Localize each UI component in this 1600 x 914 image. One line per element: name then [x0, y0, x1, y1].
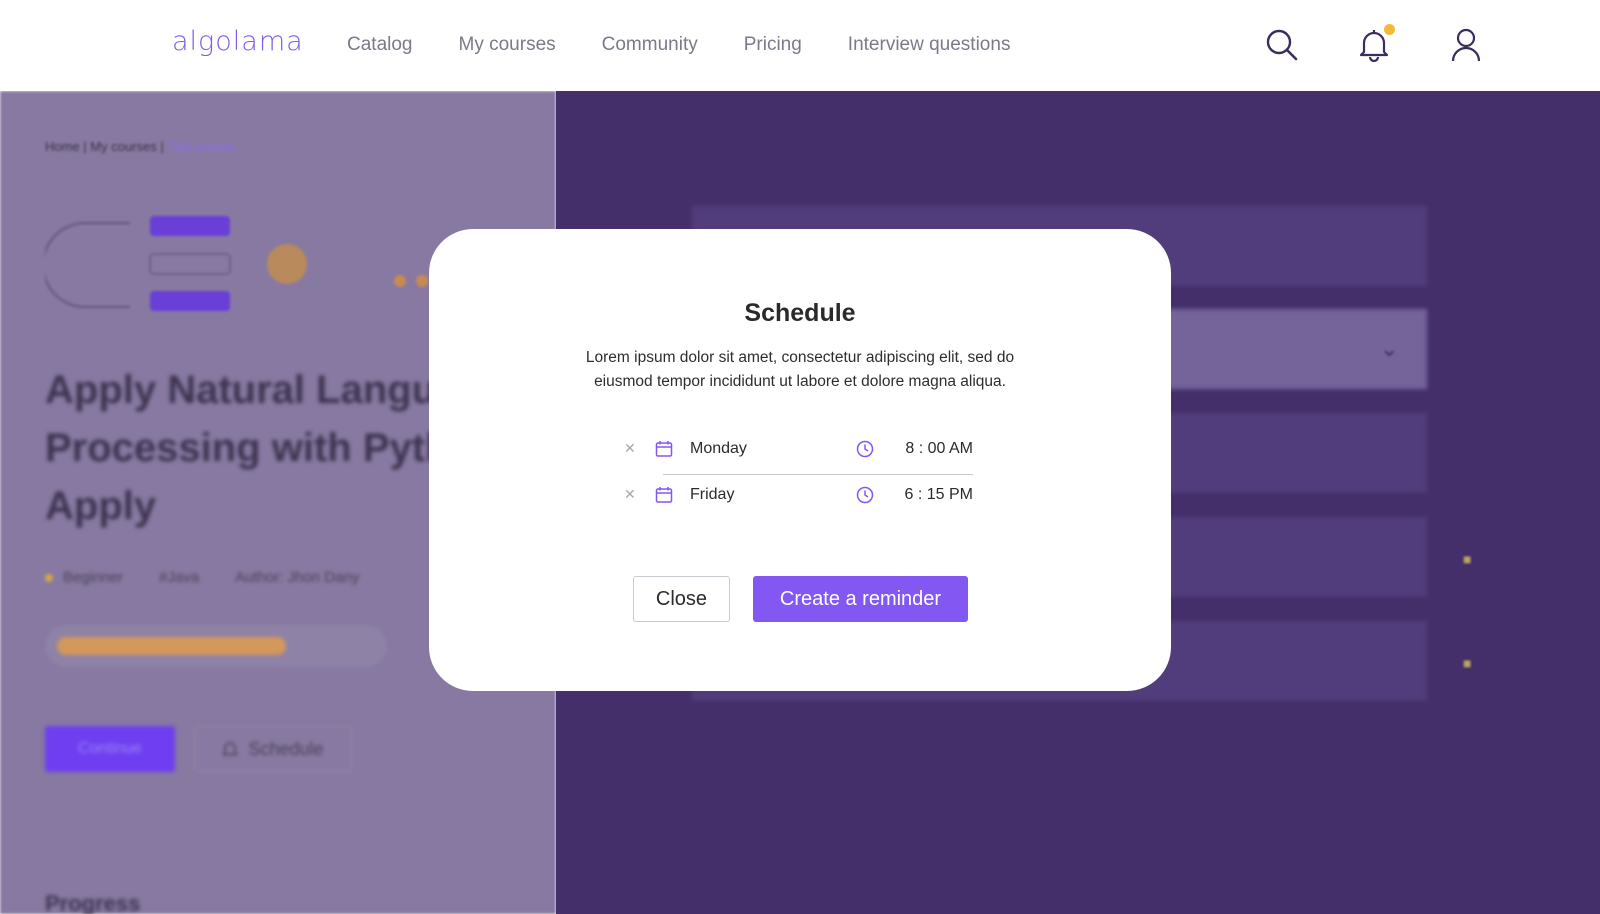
schedule-time[interactable]: 8 : 00 AM [905, 440, 973, 458]
progress-bar [45, 625, 387, 667]
nav-community[interactable]: Community [602, 34, 698, 56]
calendar-icon[interactable] [655, 440, 673, 463]
schedule-day[interactable]: Monday [690, 440, 747, 458]
modal-description: Lorem ipsum dolor sit amet, consectetur … [585, 349, 1015, 390]
chevron-down-icon[interactable]: ⌄ [1380, 336, 1398, 362]
breadcrumb-my-courses[interactable]: My courses [90, 139, 156, 154]
breadcrumb-current: This course [167, 139, 235, 154]
schedule-day[interactable]: Friday [690, 486, 734, 504]
schedule-row: ✕ Friday 6 : 15 PM [624, 474, 973, 520]
course-meta: Beginner #Java Author: Jhon Dany [45, 569, 359, 586]
level-dot-icon [45, 574, 53, 583]
continue-button[interactable]: Continue [45, 726, 175, 772]
lock-icon: ■ [1463, 551, 1472, 567]
calendar-icon[interactable] [655, 486, 673, 509]
schedule-button-label: Schedule [248, 738, 324, 759]
logo[interactable]: algolama [172, 26, 304, 57]
meta-level-label: Beginner [63, 569, 124, 586]
nav-pricing[interactable]: Pricing [744, 34, 802, 56]
notification-badge [1384, 24, 1395, 35]
nav-my-courses[interactable]: My courses [459, 34, 556, 56]
clock-icon[interactable] [856, 440, 874, 463]
breadcrumb: Home | My courses | This course [45, 139, 235, 154]
schedule-button[interactable]: Schedule [194, 726, 352, 772]
top-navigation: algolama Catalog My courses Community Pr… [0, 0, 1600, 91]
meta-tag: #Java [159, 569, 200, 586]
nav-catalog[interactable]: Catalog [347, 34, 413, 56]
course-illustration [45, 216, 428, 311]
clock-icon[interactable] [856, 486, 874, 509]
schedule-modal: Schedule Lorem ipsum dolor sit amet, con… [429, 229, 1171, 691]
schedule-time[interactable]: 6 : 15 PM [905, 486, 973, 504]
create-reminder-button[interactable]: Create a reminder [753, 576, 968, 622]
search-icon[interactable] [1264, 27, 1300, 63]
main-nav: Catalog My courses Community Pricing Int… [347, 34, 1010, 56]
meta-author[interactable]: Author: Jhon Dany [235, 569, 359, 586]
user-icon[interactable] [1448, 27, 1484, 63]
remove-schedule-icon[interactable]: ✕ [624, 440, 636, 457]
modal-title: Schedule [744, 299, 856, 327]
nav-interview-questions[interactable]: Interview questions [848, 34, 1011, 56]
progress-heading: Progress [45, 891, 141, 914]
breadcrumb-home[interactable]: Home [45, 139, 80, 154]
progress-bar-fill [57, 637, 286, 655]
remove-schedule-icon[interactable]: ✕ [624, 486, 636, 503]
lock-icon: ■ [1463, 655, 1472, 671]
close-button[interactable]: Close [633, 576, 730, 622]
bell-icon [222, 742, 239, 756]
schedule-row: ✕ Monday 8 : 00 AM [624, 428, 973, 474]
meta-level: Beginner [45, 569, 123, 586]
